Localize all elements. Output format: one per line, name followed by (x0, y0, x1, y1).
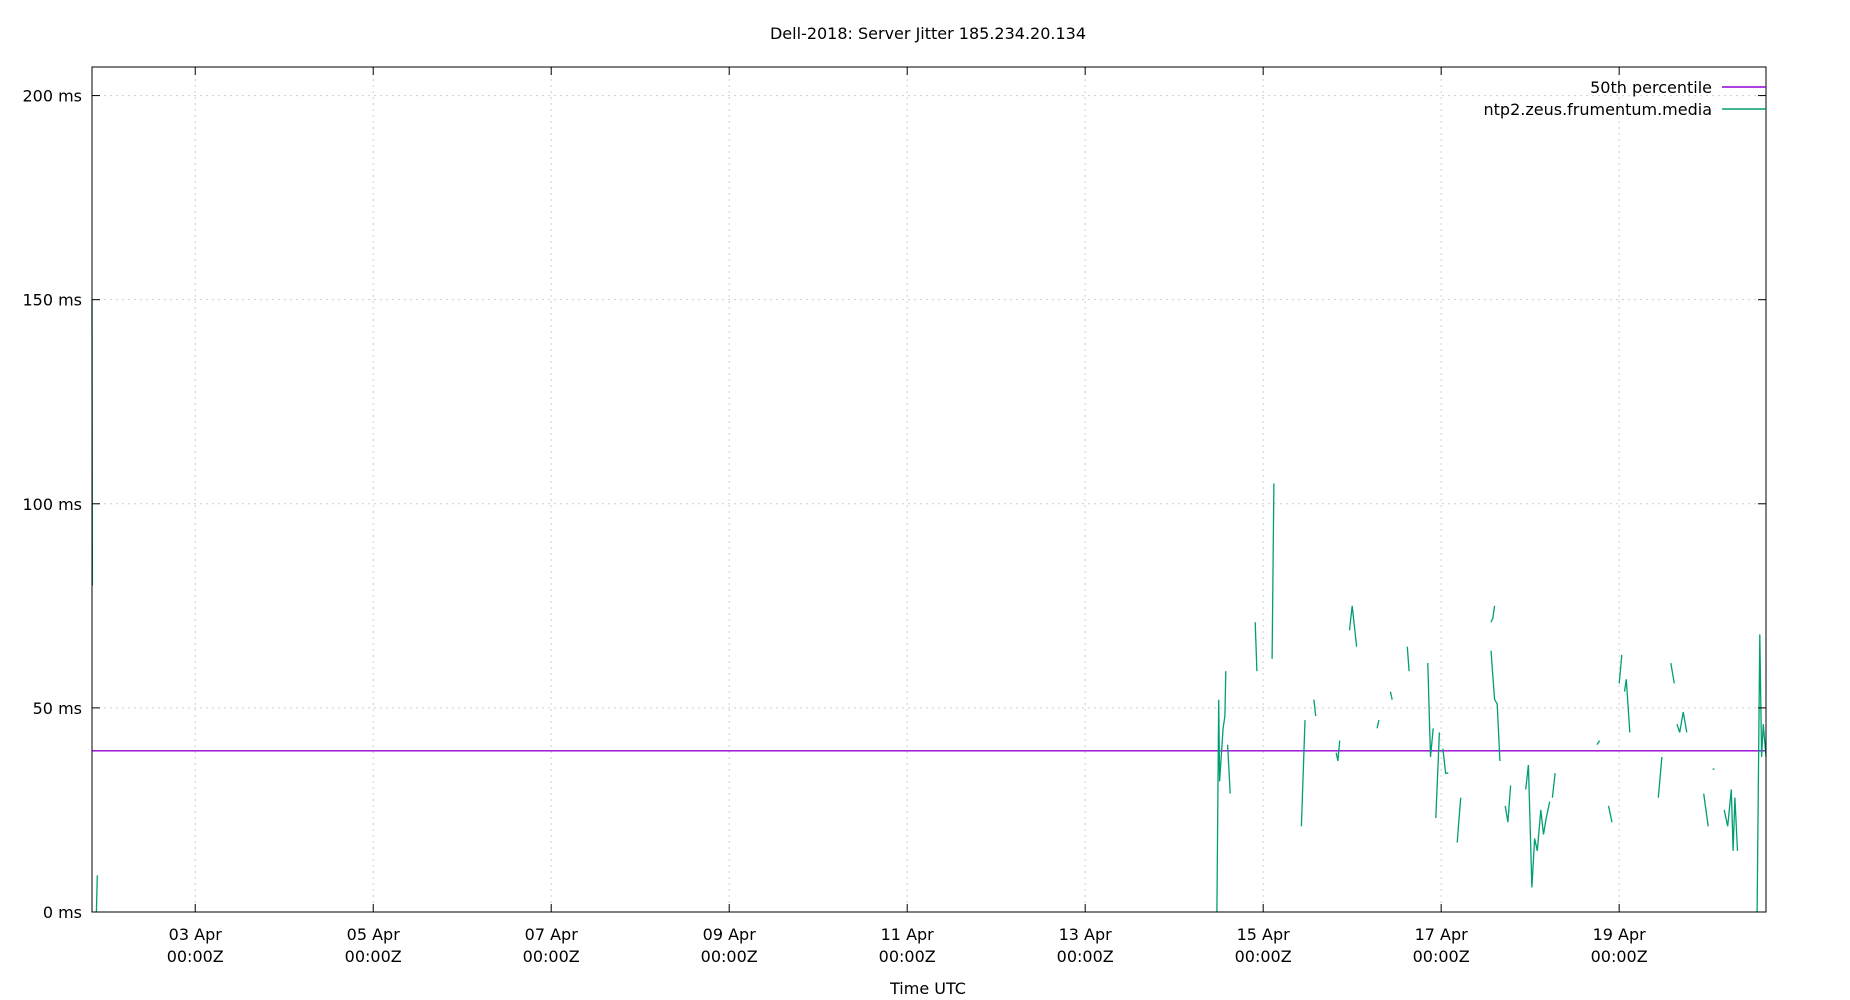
chart-title: Dell-2018: Server Jitter 185.234.20.134 (770, 24, 1086, 43)
series-line-segment (1406, 646, 1410, 672)
x-tick-label-date: 05 Apr (347, 925, 401, 944)
x-tick-label-time: 00:00Z (1413, 947, 1470, 966)
series-line-segment (1442, 748, 1449, 774)
plot-frame (91, 66, 1767, 913)
x-tick-label-date: 07 Apr (525, 925, 579, 944)
plot-layer (91, 299, 1767, 913)
legend-label: ntp2.zeus.frumentum.media (1484, 100, 1712, 119)
series-line-segment (1657, 756, 1663, 798)
x-tick-label-time: 00:00Z (701, 947, 758, 966)
y-tick-label: 200 ms (22, 87, 82, 106)
series-server (91, 299, 1767, 913)
x-tick-label-time: 00:00Z (1057, 947, 1114, 966)
series-line-segment (1389, 691, 1393, 700)
y-axis-ticks: 0 ms 50 ms 100 ms 150 ms 200 ms (22, 87, 1766, 922)
series-line-segment (1435, 732, 1441, 819)
x-axis-label: Time UTC (889, 979, 966, 998)
series-line-segment (1313, 699, 1317, 717)
series-line-segment (1226, 744, 1231, 794)
y-tick-label: 100 ms (22, 495, 82, 514)
y-tick-label: 150 ms (22, 291, 82, 310)
series-line-segment (1254, 622, 1258, 672)
x-tick-label-date: 11 Apr (881, 925, 935, 944)
y-tick-label: 50 ms (33, 699, 82, 718)
series-line-segment (1703, 793, 1709, 827)
x-tick-label-time: 00:00Z (1591, 947, 1648, 966)
series-line-segment (1618, 654, 1623, 684)
series-line-segment (1504, 785, 1512, 823)
series-line-segment (1490, 650, 1501, 762)
series-line-segment (1300, 720, 1306, 827)
series-line-segment (1525, 764, 1551, 888)
series-line-segment (1490, 605, 1496, 623)
series-line-segment (1348, 605, 1358, 647)
series-line-segment (1723, 789, 1739, 851)
x-tick-label-date: 19 Apr (1593, 925, 1647, 944)
series-line-segment (1607, 805, 1613, 823)
series-line-segment (95, 875, 98, 913)
series-line-segment (1596, 740, 1601, 745)
series-line-segment (1756, 634, 1767, 913)
x-tick-label-time: 00:00Z (523, 947, 580, 966)
series-line-segment (1456, 797, 1462, 843)
series-line-segment (1376, 719, 1380, 729)
series-line-segment (1670, 662, 1675, 684)
grid-layer (92, 67, 1766, 912)
x-tick-label-time: 00:00Z (345, 947, 402, 966)
x-tick-label-date: 03 Apr (169, 925, 223, 944)
series-line-segment (1551, 773, 1556, 798)
jitter-chart: Dell-2018: Server Jitter 185.234.20.134 … (22, 24, 1767, 998)
x-tick-label-date: 13 Apr (1059, 925, 1113, 944)
x-tick-label-date: 09 Apr (703, 925, 757, 944)
series-line-segment (1623, 679, 1631, 733)
x-tick-label-time: 00:00Z (167, 947, 224, 966)
x-tick-label-date: 15 Apr (1237, 925, 1291, 944)
x-tick-label-time: 00:00Z (1235, 947, 1292, 966)
series-line-segment (1216, 671, 1227, 913)
y-tick-label: 0 ms (43, 903, 82, 922)
x-tick-label-time: 00:00Z (879, 947, 936, 966)
series-line-segment (1676, 711, 1688, 733)
series-line-segment (1427, 662, 1434, 757)
x-tick-label-date: 17 Apr (1415, 925, 1469, 944)
legend: 50th percentile ntp2.zeus.frumentum.media (1484, 78, 1766, 119)
series-line-segment (1271, 483, 1275, 659)
legend-label: 50th percentile (1590, 78, 1712, 97)
x-axis-ticks: 03 Apr 00:00Z 05 Apr 00:00Z 07 Apr 00:00Z 09 A… (167, 67, 1648, 966)
